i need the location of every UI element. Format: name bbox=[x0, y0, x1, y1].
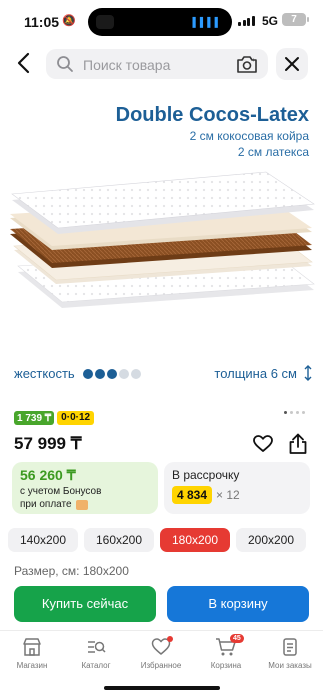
pager-dot bbox=[296, 411, 299, 414]
favorite-heart-icon[interactable] bbox=[253, 435, 273, 453]
size-option[interactable]: 200x200 bbox=[236, 528, 306, 552]
back-arrow-icon[interactable] bbox=[12, 50, 38, 76]
signal-icon bbox=[238, 15, 255, 26]
nav-item-store[interactable]: Магазин bbox=[0, 637, 64, 670]
network-type: 5G bbox=[262, 14, 279, 28]
close-icon bbox=[285, 57, 299, 71]
add-to-cart-button[interactable]: В корзину bbox=[167, 586, 309, 622]
product-subtitle-line2: 2 см латекса bbox=[237, 145, 309, 159]
search-header: Поиск товара + bbox=[0, 44, 323, 84]
height-arrows-icon bbox=[304, 365, 312, 381]
favorites-indicator-dot bbox=[167, 636, 173, 642]
mattress-layers-illustration bbox=[10, 171, 315, 308]
stiffness-dot bbox=[106, 368, 117, 379]
installment-badge: 0·0·12 bbox=[57, 411, 95, 425]
search-icon bbox=[57, 56, 73, 72]
nav-label: Избранное bbox=[140, 661, 182, 670]
pager-dot bbox=[302, 411, 305, 414]
nav-label: Корзина bbox=[210, 661, 242, 670]
nav-label: Каталог bbox=[81, 661, 111, 670]
svg-text:+: + bbox=[252, 58, 256, 64]
nav-label: Магазин bbox=[16, 661, 48, 670]
gallery-pager bbox=[284, 411, 305, 414]
bonus-price-card[interactable]: 56 260 ₸ с учетом Бонусов при оплате bbox=[12, 462, 158, 514]
installment-payment: 4 834 bbox=[172, 486, 213, 504]
pager-dot bbox=[290, 411, 293, 414]
audio-wave-icon: ▌▌▌▌ bbox=[192, 17, 222, 27]
island-thumbnail-icon bbox=[96, 15, 114, 29]
catalog-icon bbox=[88, 641, 106, 653]
nav-item-favorites[interactable]: Избранное bbox=[129, 636, 193, 670]
product-image[interactable]: Double Cocos-Latex 2 см кокосовая койра … bbox=[0, 96, 323, 396]
search-input[interactable]: Поиск товара + bbox=[46, 49, 268, 79]
status-time: 11:05 bbox=[24, 14, 60, 30]
nav-item-cart[interactable]: 45 Корзина bbox=[194, 634, 258, 670]
close-button[interactable] bbox=[276, 48, 308, 80]
stiffness-dot bbox=[82, 368, 93, 379]
installment-row: 4 834 × 12 bbox=[172, 486, 240, 504]
status-bar: 11:05 🔕 ▌▌▌▌ 5G 7 bbox=[0, 0, 323, 44]
product-title: Double Cocos-Latex bbox=[115, 104, 309, 126]
nav-label: Мои заказы bbox=[268, 661, 312, 670]
buy-now-button[interactable]: Купить сейчас bbox=[14, 586, 156, 622]
dynamic-island: ▌▌▌▌ bbox=[88, 8, 232, 36]
nav-item-orders[interactable]: Мои заказы bbox=[258, 637, 322, 670]
size-option[interactable]: 180x200 bbox=[160, 528, 230, 552]
size-option[interactable]: 160x200 bbox=[84, 528, 154, 552]
bonus-coin-icon bbox=[75, 499, 88, 510]
product-subtitle-line1: 2 см кокосовая койра bbox=[189, 129, 309, 143]
share-icon[interactable] bbox=[288, 433, 308, 455]
mute-bell-icon: 🔕 bbox=[62, 15, 76, 27]
stiffness-dot bbox=[130, 368, 141, 379]
selected-size-label: Размер, см: 180x200 bbox=[14, 564, 129, 578]
bonus-badge-text: 1 739 ₸ bbox=[17, 412, 52, 424]
bonus-price: 56 260 ₸ bbox=[20, 467, 76, 483]
thickness-indicator: толщина 6 см bbox=[214, 364, 313, 382]
nav-item-catalog[interactable]: Каталог bbox=[64, 637, 128, 670]
camera-search-icon[interactable]: + bbox=[236, 54, 258, 74]
stiffness-dot bbox=[94, 368, 105, 379]
stiffness-label: жесткость bbox=[14, 366, 75, 381]
installment-card[interactable]: В рассрочку 4 834 × 12 bbox=[164, 462, 310, 514]
installment-title: В рассрочку bbox=[172, 468, 240, 482]
stiffness-dots bbox=[82, 368, 141, 379]
store-icon bbox=[23, 638, 41, 656]
installment-multiplier: × 12 bbox=[216, 488, 240, 502]
bonus-badge: 1 739 ₸ bbox=[14, 411, 55, 425]
bonus-line1: с учетом Бонусов bbox=[20, 486, 102, 497]
thickness-label: толщина 6 см bbox=[214, 365, 297, 381]
stiffness-indicator: жесткость bbox=[14, 366, 141, 381]
bonus-line2-row: при оплате bbox=[20, 499, 88, 510]
cart-count-badge: 45 bbox=[230, 634, 244, 643]
pager-dot bbox=[284, 411, 287, 414]
home-indicator bbox=[104, 686, 220, 690]
orders-icon bbox=[283, 638, 297, 656]
size-selector: 140x200 160x200 180x200 200x200 bbox=[8, 528, 306, 552]
promo-badges: 1 739 ₸ 0·0·12 bbox=[14, 411, 95, 425]
size-option[interactable]: 140x200 bbox=[8, 528, 78, 552]
bonus-line2: при оплате bbox=[20, 499, 72, 510]
battery-icon: 7 bbox=[282, 13, 309, 26]
stiffness-dot bbox=[118, 368, 129, 379]
product-price: 57 999 ₸ bbox=[14, 434, 82, 453]
search-placeholder: Поиск товара bbox=[83, 57, 171, 73]
